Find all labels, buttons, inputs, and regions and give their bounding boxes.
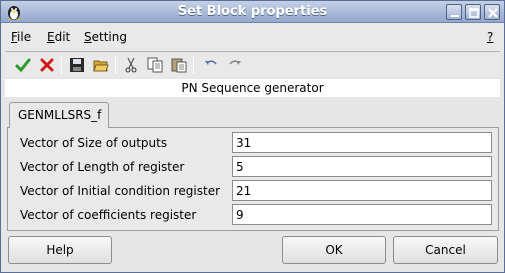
open-folder-icon[interactable] [91, 55, 111, 75]
param-label-length-register: Vector of Length of register [20, 160, 185, 174]
menu-bar: File Edit Setting ? [1, 23, 504, 51]
toolbar-separator [61, 56, 62, 74]
param-input-size-outputs[interactable] [232, 132, 492, 153]
param-label-coefficients: Vector of coefficients register [20, 208, 197, 222]
undo-icon[interactable] [201, 55, 221, 75]
param-input-initial-condition[interactable] [232, 180, 492, 201]
ok-check-icon[interactable] [13, 55, 33, 75]
dialog-window: Set Block properties File Edit Setting ? [0, 0, 505, 273]
cancel-x-icon[interactable] [37, 55, 57, 75]
param-label-size-outputs: Vector of Size of outputs [20, 136, 168, 150]
param-input-length-register[interactable] [232, 156, 492, 177]
tab-label: GENMLLSRS_f [18, 108, 102, 122]
menu-separator [5, 51, 500, 52]
menu-file[interactable]: File [11, 30, 31, 44]
toolbar-separator [115, 56, 116, 74]
param-label-initial-condition: Vector of Initial condition register [20, 184, 221, 198]
cancel-button[interactable]: Cancel [393, 236, 498, 264]
tab-genmllsrs[interactable]: GENMLLSRS_f [9, 102, 109, 128]
menu-help[interactable]: ? [487, 30, 493, 44]
paste-icon[interactable] [169, 55, 189, 75]
close-icon[interactable] [484, 4, 500, 20]
minimize-icon[interactable] [446, 4, 462, 20]
copy-icon[interactable] [145, 55, 165, 75]
toolbar-separator [193, 56, 194, 74]
parameters-panel: Vector of Size of outputs Vector of Leng… [7, 127, 499, 231]
block-description: PN Sequence generator [5, 79, 500, 97]
cut-icon[interactable] [121, 55, 141, 75]
ok-button[interactable]: OK [282, 236, 386, 264]
toolbar [5, 53, 500, 77]
help-button[interactable]: Help [8, 236, 112, 264]
title-bar[interactable]: Set Block properties [1, 1, 504, 23]
save-icon[interactable] [67, 55, 87, 75]
window-title: Set Block properties [177, 4, 328, 19]
param-input-coefficients[interactable] [232, 204, 492, 225]
menu-setting[interactable]: Setting [84, 30, 127, 44]
maximize-icon[interactable] [465, 4, 481, 20]
menu-edit[interactable]: Edit [47, 30, 70, 44]
redo-icon[interactable] [225, 55, 245, 75]
